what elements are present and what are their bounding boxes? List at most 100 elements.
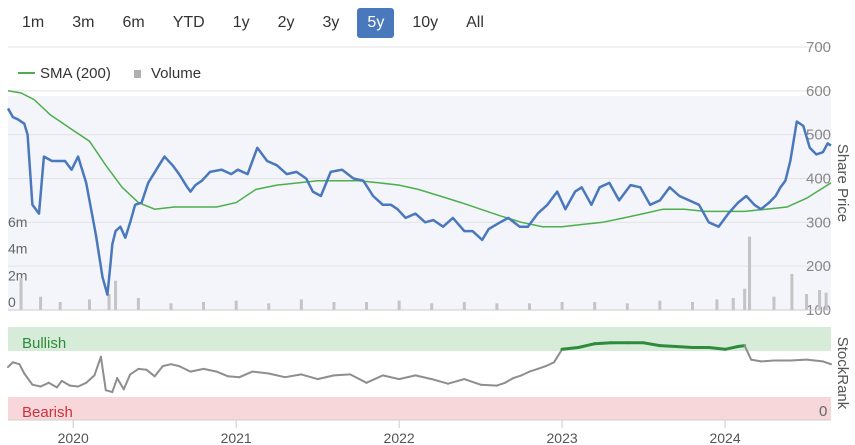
volume-bar bbox=[495, 303, 499, 310]
stockrank-line-segment bbox=[11, 361, 21, 366]
volume-bar bbox=[715, 299, 719, 310]
stockrank-line-segment bbox=[85, 374, 96, 384]
stockrank-line-segment bbox=[332, 373, 352, 377]
stockrank-line-bullish-segment bbox=[674, 345, 694, 349]
price-plot-area: 7006005004003002001006m4m2m0Share Price bbox=[6, 39, 851, 319]
volume-bar bbox=[743, 288, 747, 310]
stockrank-line-segment bbox=[215, 370, 229, 378]
stockrank-line-segment bbox=[7, 361, 14, 368]
volume-bar bbox=[805, 294, 809, 310]
volume-axis-tick-label: 6m bbox=[8, 214, 27, 230]
volume-bar bbox=[593, 302, 597, 310]
stockrank-line-segment bbox=[170, 363, 181, 368]
stockrank-line-segment bbox=[430, 378, 449, 385]
volume-legend-swatch bbox=[134, 70, 141, 78]
stockrank-line-segment bbox=[805, 358, 824, 363]
volume-axis-tick-label: 0 bbox=[8, 294, 16, 310]
volume-bar bbox=[136, 298, 140, 310]
volume-bar bbox=[114, 280, 118, 310]
volume-bar bbox=[58, 302, 62, 310]
x-axis-tick-label: 2021 bbox=[221, 430, 252, 445]
volume-bar bbox=[658, 300, 662, 310]
price-axis-tick-label: 700 bbox=[806, 39, 831, 56]
volume-bar bbox=[87, 299, 91, 310]
share-price-chart: 7006005004003002001006m4m2m0Share Price … bbox=[6, 39, 851, 445]
stockrank-line-segment bbox=[23, 372, 34, 386]
stockrank-line-segment bbox=[536, 365, 547, 370]
stockrank-line-segment bbox=[55, 379, 63, 389]
volume-bar bbox=[690, 302, 694, 310]
stockrank-line-segment bbox=[520, 370, 531, 377]
volume-legend-label: Volume bbox=[151, 65, 201, 82]
legend-item-volume[interactable]: Volume bbox=[134, 65, 201, 82]
stockrank-line-segment bbox=[122, 373, 132, 391]
stockrank-line-segment bbox=[145, 368, 156, 378]
volume-bar bbox=[107, 294, 111, 310]
price-axis-tick-label: 300 bbox=[806, 214, 831, 231]
stockrank-line-segment bbox=[750, 358, 762, 363]
volume-bar bbox=[365, 302, 369, 310]
volume-bar bbox=[39, 296, 43, 310]
volume-bar bbox=[332, 302, 336, 310]
stockrank-line-segment bbox=[300, 373, 319, 381]
stockrank-line-segment bbox=[77, 381, 88, 388]
stockrank-line-segment bbox=[349, 373, 368, 384]
stockrank-line-segment bbox=[512, 374, 523, 380]
stockrank-line-segment bbox=[189, 367, 205, 373]
price-plot-background bbox=[8, 96, 831, 310]
x-axis-tick-label: 2024 bbox=[709, 430, 740, 445]
stockrank-line-segment bbox=[821, 360, 832, 366]
stockrank-plot-area: Bullish Bearish 0 StockRank 2020 2021 2022 2023… bbox=[7, 327, 851, 445]
stockrank-axis-title: StockRank bbox=[834, 337, 851, 410]
stockrank-line-segment bbox=[463, 378, 482, 386]
volume-bar bbox=[560, 302, 564, 310]
volume-bar bbox=[234, 300, 238, 310]
price-axis-tick-label: 200 bbox=[806, 258, 831, 275]
stockrank-line-segment bbox=[238, 370, 254, 379]
stockrank-line-segment bbox=[365, 374, 384, 384]
x-axis-tick-label: 2023 bbox=[547, 430, 578, 445]
stockrank-line-segment bbox=[18, 363, 26, 375]
bullish-band-label: Bullish bbox=[22, 335, 66, 352]
volume-bar bbox=[748, 236, 752, 310]
volume-bar bbox=[430, 303, 434, 310]
volume-bar bbox=[528, 303, 532, 310]
stockrank-line-segment bbox=[93, 355, 102, 377]
stockrank-line-bullish-segment bbox=[593, 341, 613, 346]
stockrank-line-segment bbox=[759, 359, 775, 363]
volume-bar bbox=[169, 303, 173, 310]
stockrank-line-segment bbox=[316, 374, 335, 381]
volume-bar bbox=[462, 302, 466, 310]
chart-legend: SMA (200) Volume bbox=[18, 65, 201, 82]
stockrank-line-segment bbox=[544, 361, 555, 368]
volume-bar bbox=[19, 278, 23, 310]
stockrank-line-segment bbox=[111, 377, 119, 394]
stockrank-line-segment bbox=[251, 370, 270, 375]
stockrank-line-segment bbox=[495, 381, 507, 387]
stockrank-line-segment bbox=[528, 367, 539, 373]
stockrank-line-segment bbox=[153, 365, 164, 378]
stockrank-line-segment bbox=[31, 383, 42, 388]
legend-item-sma[interactable]: SMA (200) bbox=[18, 65, 111, 82]
stockrank-line-segment bbox=[99, 355, 107, 392]
stockrank-line-segment bbox=[178, 365, 192, 373]
bearish-band-label: Bearish bbox=[22, 404, 73, 421]
stockrank-line-segment bbox=[202, 367, 218, 373]
stockrank-line-segment bbox=[129, 367, 140, 376]
volume-bar bbox=[625, 303, 629, 310]
stockrank-line-segment bbox=[447, 378, 466, 385]
volume-bar bbox=[397, 300, 401, 310]
stockrank-line-segment bbox=[789, 358, 808, 362]
bearish-band bbox=[8, 397, 831, 420]
stockrank-line-segment bbox=[504, 377, 515, 384]
stockrank-line-segment bbox=[414, 374, 433, 381]
stockrank-line-segment bbox=[137, 367, 148, 371]
price-axis-title: Share Price bbox=[834, 144, 851, 222]
price-axis-tick-label: 500 bbox=[806, 127, 831, 144]
sma-legend-label: SMA (200) bbox=[40, 65, 111, 82]
stockrank-line-segment bbox=[381, 374, 401, 381]
stockrank-line-segment bbox=[479, 383, 498, 387]
volume-bar bbox=[790, 274, 794, 310]
volume-bar bbox=[824, 292, 828, 310]
volume-bar bbox=[772, 296, 776, 310]
